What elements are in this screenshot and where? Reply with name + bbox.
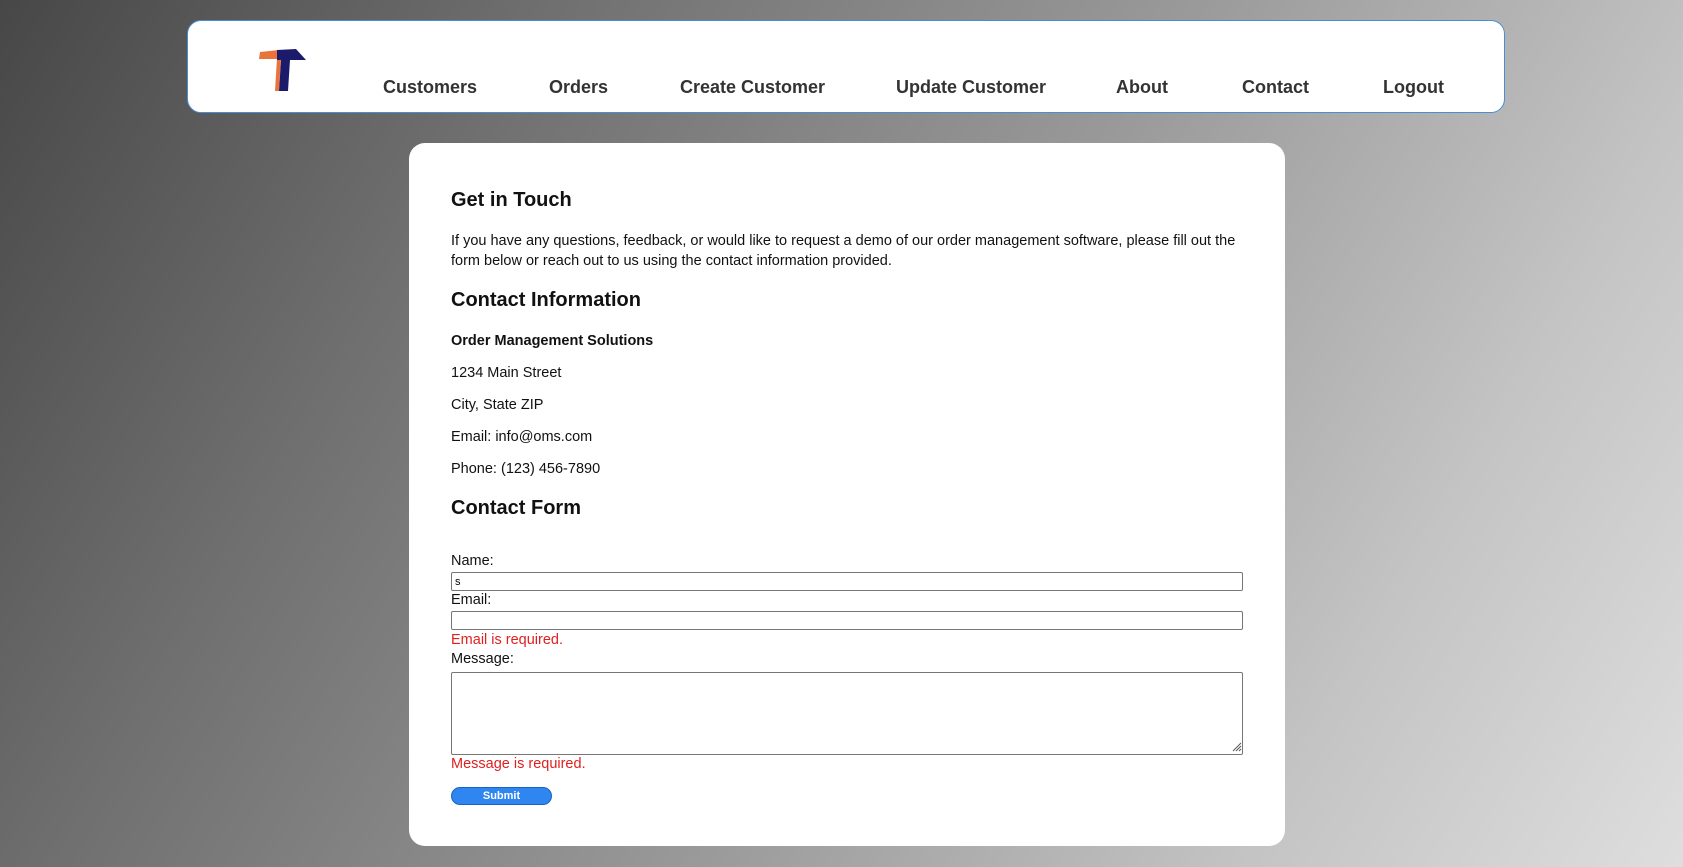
street-address: 1234 Main Street <box>451 365 562 381</box>
name-input[interactable] <box>451 572 1243 591</box>
get-in-touch-heading: Get in Touch <box>451 189 572 211</box>
resize-grip-icon[interactable] <box>1231 741 1242 752</box>
main-nav: Customers Orders Create Customer Update … <box>188 77 1504 101</box>
nav-about[interactable]: About <box>1116 77 1168 98</box>
nav-orders[interactable]: Orders <box>549 77 608 98</box>
name-label: Name: <box>451 553 494 569</box>
nav-create-customer[interactable]: Create Customer <box>680 77 825 98</box>
nav-logout[interactable]: Logout <box>1383 77 1444 98</box>
contact-form-heading: Contact Form <box>451 497 581 519</box>
message-label: Message: <box>451 651 514 667</box>
intro-paragraph: If you have any questions, feedback, or … <box>451 233 1236 269</box>
contact-card: Get in Touch If you have any questions, … <box>409 143 1285 846</box>
email-input[interactable] <box>451 611 1243 630</box>
city-state-zip: City, State ZIP <box>451 397 544 413</box>
message-error: Message is required. <box>451 756 586 772</box>
top-navigation-bar: Customers Orders Create Customer Update … <box>187 20 1505 113</box>
submit-button[interactable]: Submit <box>451 787 552 805</box>
contact-information-heading: Contact Information <box>451 289 641 311</box>
contact-email: Email: info@oms.com <box>451 429 593 445</box>
contact-phone: Phone: (123) 456-7890 <box>451 461 601 477</box>
nav-contact[interactable]: Contact <box>1242 77 1309 98</box>
nav-customers[interactable]: Customers <box>383 77 477 98</box>
message-textarea[interactable] <box>451 672 1243 755</box>
email-label: Email: <box>451 592 492 608</box>
nav-update-customer[interactable]: Update Customer <box>896 77 1046 98</box>
email-error: Email is required. <box>451 632 564 648</box>
company-name: Order Management Solutions <box>451 333 654 349</box>
